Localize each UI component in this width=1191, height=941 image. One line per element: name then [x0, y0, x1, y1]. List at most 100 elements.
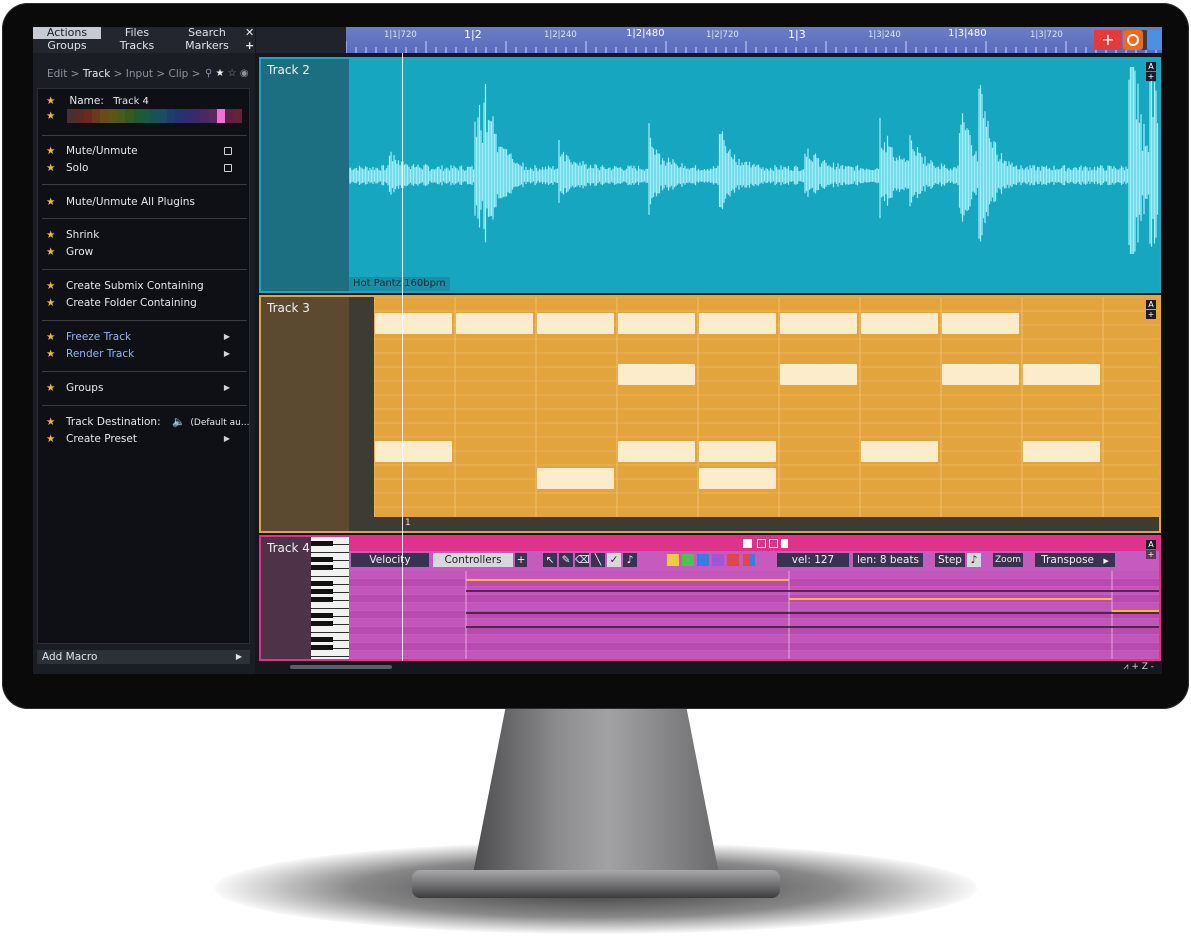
piano-roll[interactable]: Velocity Controllers + ↖ ✎ ⌫ ╲ ✓ ♪ vel: …: [349, 537, 1159, 659]
add-icon[interactable]: +: [245, 40, 254, 52]
midi-note[interactable]: [1023, 441, 1100, 462]
velocity-tab[interactable]: Velocity: [351, 553, 429, 567]
track-name[interactable]: Track 3: [267, 301, 310, 315]
track-color-picker[interactable]: [67, 109, 242, 123]
mute-checkbox[interactable]: [224, 147, 232, 155]
white-key[interactable]: [311, 657, 349, 664]
add-plugin-button[interactable]: +: [1146, 310, 1156, 319]
add-track-button[interactable]: +: [1094, 30, 1122, 50]
midi-note[interactable]: [780, 313, 857, 334]
line-tool-icon[interactable]: ╲: [591, 553, 605, 567]
square-icon[interactable]: [743, 539, 752, 548]
document-icon[interactable]: [781, 539, 788, 548]
brush-tool-icon[interactable]: ✓: [607, 553, 621, 567]
window-icon[interactable]: [757, 539, 766, 548]
menu-item-mute-all-plugins[interactable]: ★ Mute/Unmute All Plugins: [46, 195, 195, 209]
zoom-button[interactable]: Zoom: [993, 553, 1023, 567]
midi-note[interactable]: [699, 441, 776, 462]
color-option[interactable]: [225, 109, 234, 123]
controllers-tab[interactable]: Controllers: [433, 553, 513, 567]
add-plugin-button[interactable]: +: [1146, 550, 1156, 559]
black-key[interactable]: [311, 613, 333, 618]
automation-button[interactable]: A: [1146, 540, 1156, 549]
star-icon[interactable]: ★: [46, 245, 66, 259]
midi-note[interactable]: [942, 364, 1019, 385]
velocity-value[interactable]: vel: 127: [777, 553, 849, 567]
menu-item-grow[interactable]: ★ Grow: [46, 245, 93, 259]
midi-note[interactable]: [861, 313, 938, 334]
color-swatch[interactable]: [697, 554, 709, 566]
star-icon[interactable]: ★: [46, 330, 66, 344]
color-option[interactable]: [233, 109, 242, 123]
midi-note[interactable]: [618, 441, 695, 462]
color-option[interactable]: [67, 109, 76, 123]
eye-icon[interactable]: ◉: [240, 68, 249, 79]
tab-files[interactable]: Files: [103, 27, 171, 39]
black-key[interactable]: [311, 645, 333, 650]
star-icon[interactable]: ★: [46, 94, 66, 108]
step-audio-icon[interactable]: ♪: [967, 553, 981, 567]
star-icon[interactable]: ★: [46, 109, 66, 123]
color-option[interactable]: [191, 109, 201, 123]
color-option[interactable]: [208, 109, 217, 123]
menu-item-create-folder[interactable]: ★ Create Folder Containing: [46, 296, 197, 310]
midi-note[interactable]: [1023, 364, 1100, 385]
step-button[interactable]: Step: [935, 553, 965, 567]
star-icon[interactable]: ★: [46, 144, 66, 158]
name-value[interactable]: Track 4: [113, 96, 149, 107]
menu-item-freeze-track[interactable]: ★ Freeze Track ▶: [46, 330, 242, 344]
color-option[interactable]: [166, 109, 176, 123]
track-header[interactable]: Track 3: [261, 297, 349, 531]
star-filled-icon[interactable]: ★: [216, 68, 225, 79]
color-option[interactable]: [200, 109, 209, 123]
white-key[interactable]: [311, 649, 349, 656]
color-swatch[interactable]: [727, 554, 739, 566]
tab-tracks[interactable]: Tracks: [103, 40, 171, 52]
breadcrumb-track[interactable]: Track: [83, 68, 110, 80]
midi-clip[interactable]: 1: [374, 297, 1159, 531]
automation-button[interactable]: A: [1146, 300, 1156, 309]
black-key[interactable]: [311, 541, 333, 546]
track-header[interactable]: Track 2: [261, 59, 349, 291]
star-icon[interactable]: ★: [46, 195, 66, 209]
close-icon[interactable]: ✕: [245, 27, 254, 39]
color-option[interactable]: [116, 109, 126, 123]
color-option[interactable]: [108, 109, 117, 123]
star-outline-icon[interactable]: ☆: [228, 68, 237, 79]
color-option[interactable]: [141, 109, 151, 123]
piano-keyboard[interactable]: [311, 537, 349, 664]
pointer-tool-icon[interactable]: ↖: [543, 553, 557, 567]
eye-toggle-icon[interactable]: [1147, 30, 1162, 50]
eraser-tool-icon[interactable]: ⌫: [575, 553, 590, 567]
star-icon[interactable]: ★: [46, 415, 66, 429]
color-swatch[interactable]: [712, 554, 724, 566]
waveform-zoom-icon[interactable]: ⩘: [1123, 662, 1128, 672]
breadcrumb-input[interactable]: Input: [126, 68, 153, 80]
white-key[interactable]: [311, 545, 349, 552]
white-key[interactable]: [311, 569, 349, 576]
black-key[interactable]: [311, 597, 333, 602]
black-key[interactable]: [311, 589, 333, 594]
filter-icon[interactable]: ⚲: [205, 68, 212, 79]
solo-checkbox[interactable]: [224, 164, 232, 172]
white-key[interactable]: [311, 601, 349, 608]
menu-item-groups[interactable]: ★ Groups ▶: [46, 381, 242, 395]
color-option[interactable]: [216, 109, 226, 123]
add-macro-button[interactable]: Add Macro ▶: [37, 650, 250, 664]
controller-lanes[interactable]: [349, 571, 1159, 659]
star-icon[interactable]: ★: [46, 296, 66, 310]
speaker-icon[interactable]: ♪: [623, 553, 637, 567]
midi-note[interactable]: [942, 313, 1019, 334]
transpose-dropdown[interactable]: Transpose ▶: [1035, 553, 1115, 567]
tab-groups[interactable]: Groups: [33, 40, 101, 52]
clip-label[interactable]: Hot Pantz 160bpm: [349, 277, 450, 291]
color-option[interactable]: [83, 109, 92, 123]
track-name[interactable]: Track 4: [267, 541, 310, 555]
midi-note[interactable]: [375, 441, 452, 462]
midi-note[interactable]: [618, 313, 695, 334]
menu-item-render-track[interactable]: ★ Render Track ▶: [46, 347, 242, 361]
pencil-tool-icon[interactable]: ✎: [559, 553, 573, 567]
midi-note[interactable]: [699, 313, 776, 334]
star-icon[interactable]: ★: [46, 432, 66, 446]
breadcrumb-clip[interactable]: Clip: [168, 68, 188, 80]
